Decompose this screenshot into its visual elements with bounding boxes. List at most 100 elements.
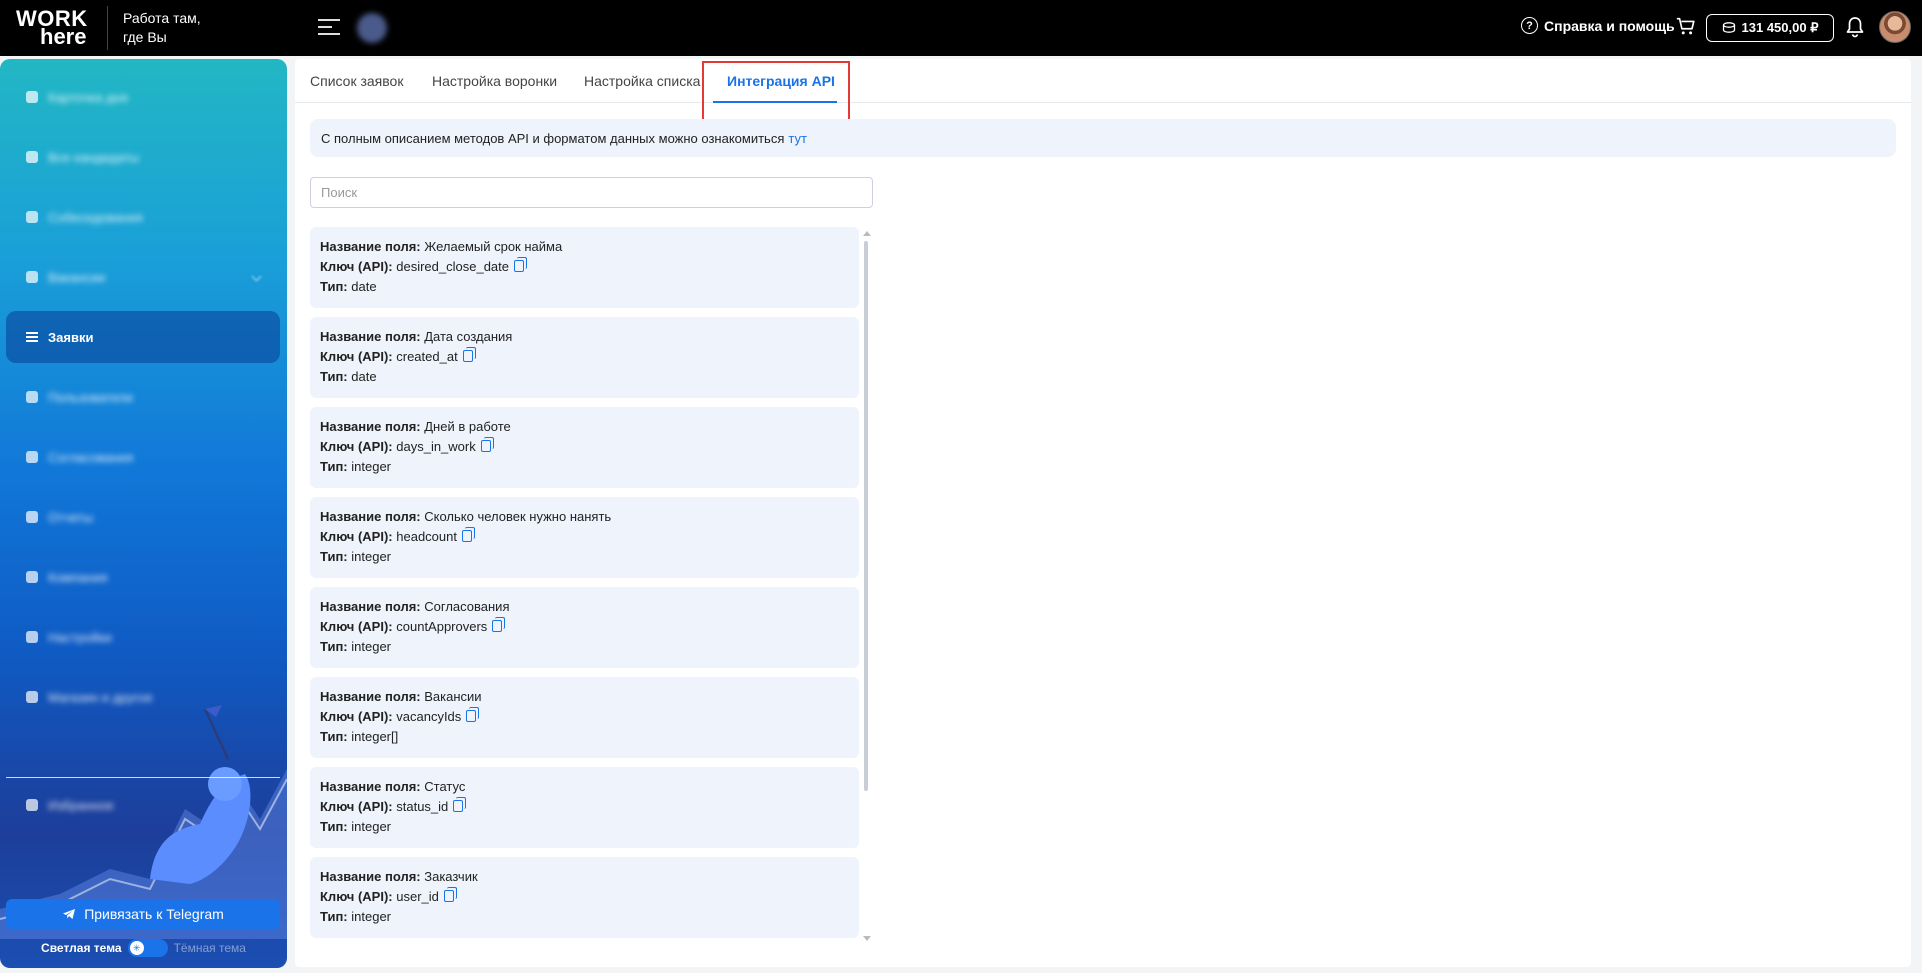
- field-type: integer[]: [351, 729, 399, 744]
- field-type: date: [351, 279, 377, 294]
- nav-icon: [26, 211, 38, 223]
- sidebar-item-10[interactable]: Настройки: [6, 611, 280, 663]
- copy-icon[interactable]: [462, 347, 476, 362]
- field-key: created_at: [396, 349, 458, 364]
- scroll-up-icon[interactable]: [863, 231, 871, 236]
- field-name-label: Название поля:: [320, 779, 421, 794]
- field-type: integer: [351, 639, 391, 654]
- nav-label-blurred: Магазин и другое: [48, 689, 153, 705]
- api-docs-link[interactable]: тут: [788, 131, 807, 146]
- api-field-card: Название поля: Заказчик Ключ (API): user…: [310, 857, 859, 938]
- bell-icon[interactable]: [1845, 16, 1865, 38]
- copy-icon[interactable]: [480, 437, 494, 452]
- field-name-label: Название поля:: [320, 689, 421, 704]
- sidebar-item-requests[interactable]: Заявки: [6, 311, 280, 363]
- search-input[interactable]: [310, 177, 873, 208]
- field-type-label: Тип:: [320, 909, 348, 924]
- nav-label-blurred: Вакансии: [48, 269, 106, 285]
- api-info-text: С полным описанием методов API и формато…: [321, 130, 785, 146]
- sidebar-item-4[interactable]: Вакансии: [6, 251, 280, 303]
- nav-label-blurred: Собеседования: [48, 209, 143, 225]
- field-name: Согласования: [424, 599, 510, 614]
- api-field-card: Название поля: Статус Ключ (API): status…: [310, 767, 859, 848]
- field-type-label: Тип:: [320, 729, 348, 744]
- cart-icon[interactable]: [1675, 15, 1697, 37]
- field-name-label: Название поля:: [320, 599, 421, 614]
- sidebar-item-2[interactable]: Все кандидаты: [6, 131, 280, 183]
- help-label: Справка и помощь: [1544, 17, 1675, 34]
- telegram-icon: [63, 909, 76, 919]
- field-key-label: Ключ (API):: [320, 799, 393, 814]
- copy-icon[interactable]: [514, 257, 527, 272]
- nav-icon: [26, 151, 38, 163]
- company-selector[interactable]: [357, 13, 505, 43]
- field-type-label: Тип:: [320, 549, 348, 564]
- tab-bar: Список заявок Настройка воронки Настройк…: [295, 59, 1911, 103]
- copy-icon[interactable]: [492, 617, 506, 632]
- question-icon: ?: [1521, 17, 1538, 34]
- field-key-label: Ключ (API):: [320, 709, 393, 724]
- field-key: vacancyIds: [396, 709, 462, 724]
- field-key-label: Ключ (API):: [320, 349, 393, 364]
- field-type-label: Тип:: [320, 639, 348, 654]
- field-name: Статус: [424, 779, 466, 794]
- slogan: Работа там, где Вы: [123, 9, 201, 47]
- sidebar-item-favorites[interactable]: Избранное: [6, 779, 280, 831]
- scroll-down-icon[interactable]: [863, 936, 871, 941]
- telegram-button-label: Привязать к Telegram: [84, 906, 224, 922]
- sidebar-item-3[interactable]: Собеседования: [6, 191, 280, 243]
- theme-toggle[interactable]: ✳: [127, 939, 168, 957]
- field-type-label: Тип:: [320, 279, 348, 294]
- tab-requests-list[interactable]: Список заявок: [310, 73, 403, 89]
- field-name-label: Название поля:: [320, 869, 421, 884]
- field-key: status_id: [396, 799, 449, 814]
- tab-list-settings[interactable]: Настройка списка: [584, 73, 700, 89]
- copy-icon[interactable]: [461, 527, 475, 542]
- sidebar-item-11[interactable]: Магазин и другое: [6, 671, 280, 723]
- api-field-card: Название поля: Сколько человек нужно нан…: [310, 497, 859, 578]
- sidebar-item-9[interactable]: Компания: [6, 551, 280, 603]
- copy-icon[interactable]: [443, 887, 457, 902]
- balance-button[interactable]: 131 450,00 ₽: [1706, 14, 1834, 42]
- sidebar-item-8[interactable]: Отчеты: [6, 491, 280, 543]
- nav-icon: [26, 451, 38, 463]
- nav-label-blurred: Компания: [48, 569, 108, 585]
- telegram-button[interactable]: Привязать к Telegram: [6, 899, 280, 929]
- tab-funnel-settings[interactable]: Настройка воронки: [432, 73, 557, 89]
- chevron-down-icon: [251, 271, 262, 282]
- api-info-banner: С полным описанием методов API и формато…: [310, 119, 1896, 157]
- sidebar-item-6[interactable]: Пользователи: [6, 371, 280, 423]
- logo[interactable]: WORK here: [16, 8, 88, 48]
- nav-label-blurred: Пользователи: [48, 389, 133, 405]
- fields-scrollbar[interactable]: [863, 231, 871, 941]
- field-name: Желаемый срок найма: [424, 239, 563, 254]
- field-type: integer: [351, 459, 391, 474]
- field-key-label: Ключ (API):: [320, 439, 393, 454]
- nav-label-blurred: Согласования: [48, 449, 134, 465]
- field-key: headcount: [396, 529, 457, 544]
- sun-icon: ✳: [129, 941, 144, 955]
- copy-icon[interactable]: [466, 707, 480, 722]
- field-name-label: Название поля:: [320, 239, 421, 254]
- scroll-thumb[interactable]: [864, 241, 868, 791]
- menu-collapse-icon[interactable]: [318, 16, 340, 38]
- sidebar-item-1[interactable]: Карточка дня: [6, 71, 280, 123]
- sidebar-item-7[interactable]: Согласования: [6, 431, 280, 483]
- field-name: Дней в работе: [424, 419, 511, 434]
- api-field-card: Название поля: Вакансии Ключ (API): vaca…: [310, 677, 859, 758]
- api-field-card: Название поля: Желаемый срок найма Ключ …: [310, 227, 859, 308]
- nav-icon: [26, 631, 38, 643]
- help-link[interactable]: ? Справка и помощь: [1521, 17, 1675, 34]
- nav-icon: [26, 571, 38, 583]
- nav-icon: [26, 799, 38, 811]
- nav-label-blurred: Настройки: [48, 629, 112, 645]
- copy-icon[interactable]: [453, 797, 467, 812]
- slogan-line-2: где Вы: [123, 29, 167, 45]
- field-type: integer: [351, 909, 391, 924]
- user-avatar[interactable]: [1879, 11, 1911, 43]
- field-type-label: Тип:: [320, 819, 348, 834]
- field-key: user_id: [396, 889, 439, 904]
- field-type: integer: [351, 549, 391, 564]
- nav-label-blurred: Отчеты: [48, 509, 93, 525]
- field-name: Дата создания: [424, 329, 513, 344]
